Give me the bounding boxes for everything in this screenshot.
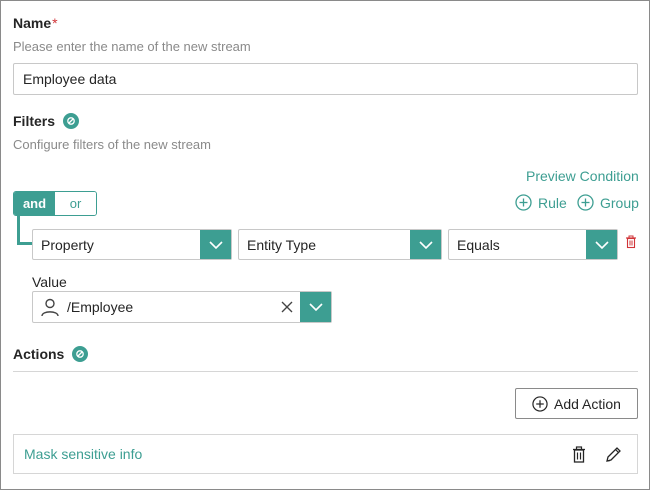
value-text: /Employee <box>67 299 134 315</box>
logic-toggle: and or <box>13 191 97 216</box>
property-dropdown[interactable]: Entity Type <box>238 229 442 260</box>
plus-circle-icon <box>577 194 594 211</box>
clear-icon[interactable] <box>274 301 300 313</box>
chevron-down-icon[interactable] <box>200 230 231 259</box>
chevron-down-icon[interactable] <box>300 292 331 322</box>
name-label: Name * <box>13 15 58 31</box>
add-rule-button[interactable]: Rule <box>515 194 567 211</box>
or-toggle-button[interactable]: or <box>55 192 96 215</box>
action-item-name[interactable]: Mask sensitive info <box>24 446 569 462</box>
name-help-text: Please enter the name of the new stream <box>13 39 251 54</box>
filters-label-text: Filters <box>13 113 56 129</box>
info-icon[interactable] <box>63 113 80 129</box>
add-rule-label: Rule <box>538 194 567 211</box>
value-picker[interactable]: /Employee <box>32 291 332 323</box>
person-icon <box>33 297 67 317</box>
chevron-down-icon[interactable] <box>410 230 441 259</box>
plus-circle-icon <box>532 395 548 412</box>
filters-help-text: Configure filters of the new stream <box>13 137 211 152</box>
delete-rule-icon[interactable] <box>625 235 637 252</box>
value-label: Value <box>32 274 67 290</box>
and-toggle-button[interactable]: and <box>14 192 55 215</box>
add-group-label: Group <box>600 194 639 211</box>
section-divider <box>13 371 638 372</box>
required-mark: * <box>52 15 58 31</box>
actions-label: Actions <box>13 346 89 362</box>
add-action-label: Add Action <box>554 395 621 412</box>
field-dropdown[interactable]: Property <box>32 229 232 260</box>
chevron-down-icon[interactable] <box>586 230 617 259</box>
stream-name-input[interactable] <box>13 63 638 95</box>
add-action-button[interactable]: Add Action <box>515 388 638 419</box>
filters-label: Filters <box>13 113 80 129</box>
actions-label-text: Actions <box>13 346 65 362</box>
property-dropdown-value: Entity Type <box>247 236 317 253</box>
info-icon[interactable] <box>72 346 89 362</box>
rule-connector-line <box>17 216 33 245</box>
preview-condition-link[interactable]: Preview Condition <box>526 168 639 184</box>
name-label-text: Name <box>13 15 52 31</box>
plus-circle-icon <box>515 194 532 211</box>
operator-dropdown[interactable]: Equals <box>448 229 618 260</box>
edit-icon[interactable] <box>603 446 623 463</box>
field-dropdown-value: Property <box>41 236 94 253</box>
add-group-button[interactable]: Group <box>577 194 639 211</box>
action-item: Mask sensitive info <box>13 434 638 474</box>
trash-icon[interactable] <box>569 445 589 463</box>
operator-dropdown-value: Equals <box>457 236 500 253</box>
